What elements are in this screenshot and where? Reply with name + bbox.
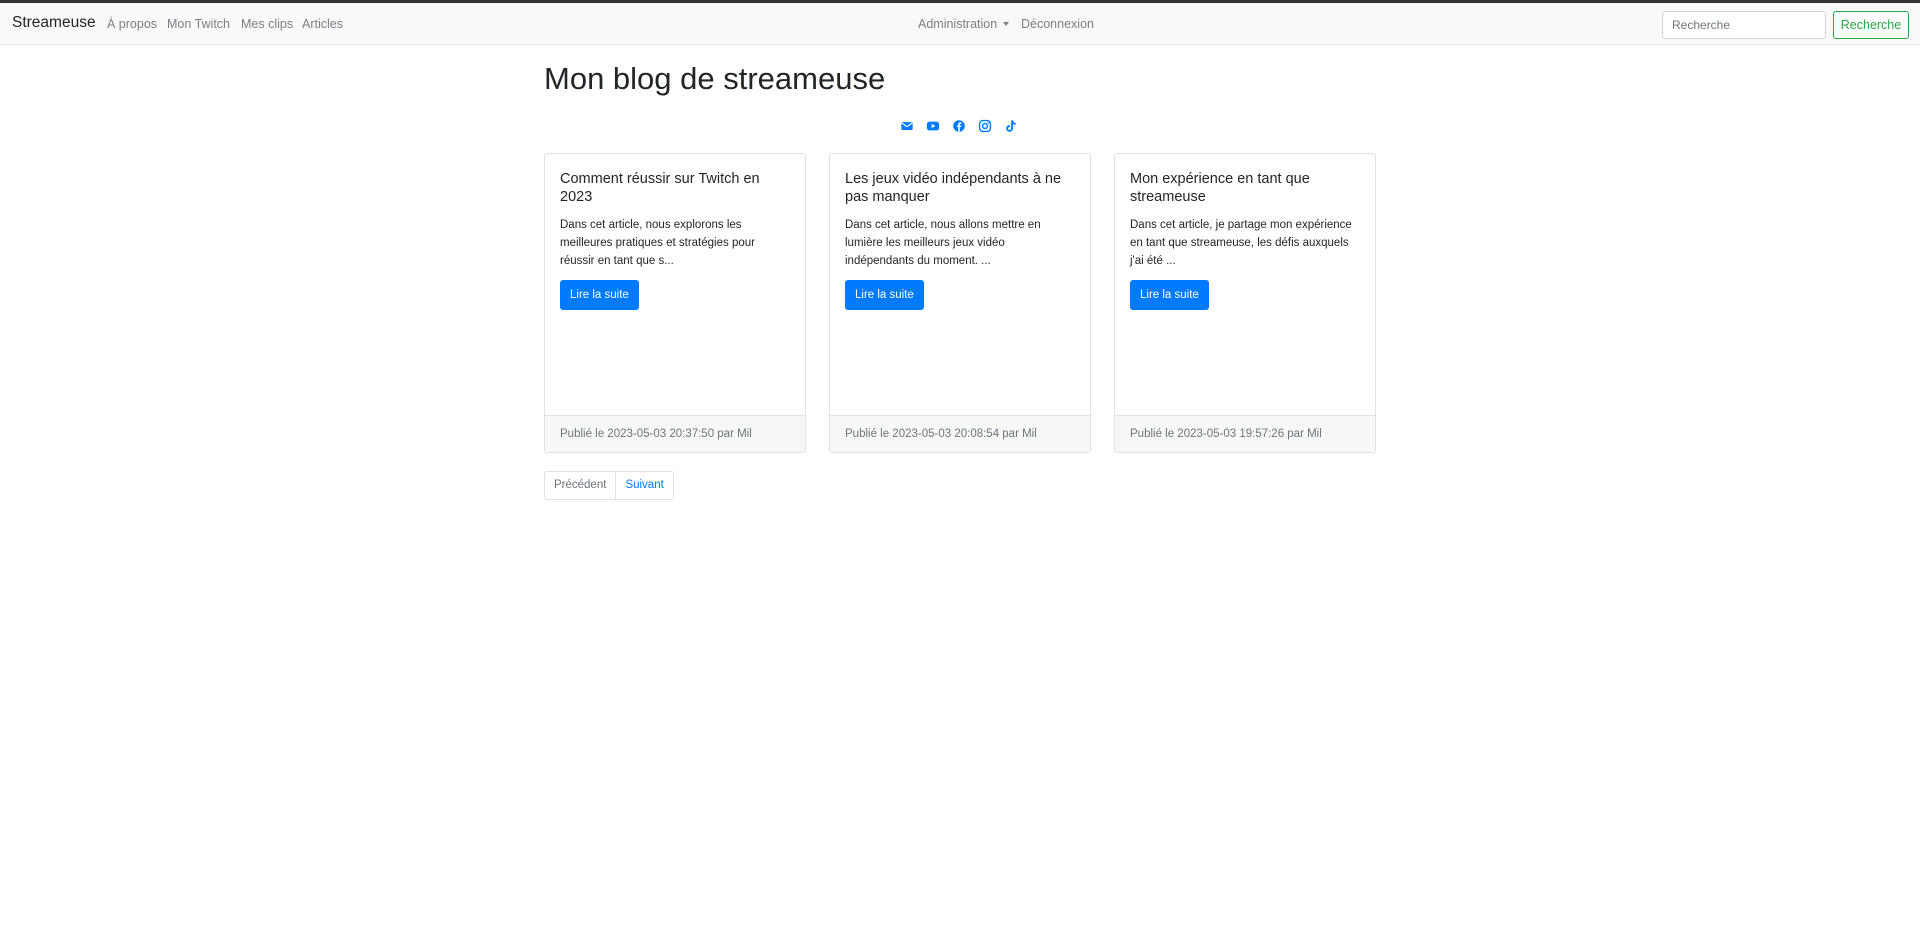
navbar-brand[interactable]: Streameuse [12, 14, 96, 32]
read-more-button[interactable]: Lire la suite [1130, 280, 1209, 310]
search-button[interactable]: Recherche [1833, 11, 1909, 39]
card-body: Mon expérience en tant que streameuse Da… [1115, 154, 1375, 310]
pagination: Précédent Suivant [544, 471, 674, 500]
card-body: Les jeux vidéo indépendants à ne pas man… [830, 154, 1090, 310]
article-footer: Publié le 2023-05-03 20:37:50 par Mil [545, 415, 805, 452]
instagram-icon[interactable] [978, 119, 992, 133]
pagination-next[interactable]: Suivant [616, 472, 673, 499]
logout-link[interactable]: Déconnexion [1021, 17, 1094, 31]
caret-down-icon [1003, 21, 1010, 26]
article-title: Comment réussir sur Twitch en 2023 [560, 171, 760, 205]
article-card: Les jeux vidéo indépendants à ne pas man… [829, 153, 1091, 453]
nav-link-about[interactable]: À propos [107, 17, 157, 31]
search-input[interactable] [1662, 11, 1826, 39]
mail-icon[interactable] [900, 119, 914, 133]
article-title: Les jeux vidéo indépendants à ne pas man… [845, 171, 1062, 205]
nav-link-twitch[interactable]: Mon Twitch [167, 17, 230, 31]
admin-dropdown-label: Administration [918, 17, 998, 31]
read-more-button[interactable]: Lire la suite [560, 280, 639, 310]
navbar: Streameuse À propos Mon Twitch Mes clips… [0, 3, 1920, 45]
tiktok-icon[interactable] [1004, 119, 1018, 133]
article-excerpt: Dans cet article, nous allons mettre en … [845, 219, 1041, 267]
page-title: Mon blog de streameuse [544, 61, 886, 96]
read-more-button[interactable]: Lire la suite [845, 280, 924, 310]
article-excerpt: Dans cet article, je partage mon expérie… [1130, 219, 1352, 267]
article-footer: Publié le 2023-05-03 20:08:54 par Mil [830, 415, 1090, 452]
article-card: Comment réussir sur Twitch en 2023 Dans … [544, 153, 806, 453]
social-links [900, 119, 1018, 133]
pagination-previous[interactable]: Précédent [545, 472, 617, 499]
article-excerpt: Dans cet article, nous explorons les mei… [560, 219, 755, 267]
facebook-icon[interactable] [952, 119, 966, 133]
nav-link-articles[interactable]: Articles [302, 17, 343, 31]
admin-dropdown-toggle[interactable]: Administration [918, 17, 1010, 31]
article-title: Mon expérience en tant que streameuse [1130, 171, 1310, 205]
youtube-icon[interactable] [926, 119, 940, 133]
article-footer: Publié le 2023-05-03 19:57:26 par Mil [1115, 415, 1375, 452]
nav-link-clips[interactable]: Mes clips [241, 17, 293, 31]
article-card: Mon expérience en tant que streameuse Da… [1114, 153, 1376, 453]
card-body: Comment réussir sur Twitch en 2023 Dans … [545, 154, 805, 310]
